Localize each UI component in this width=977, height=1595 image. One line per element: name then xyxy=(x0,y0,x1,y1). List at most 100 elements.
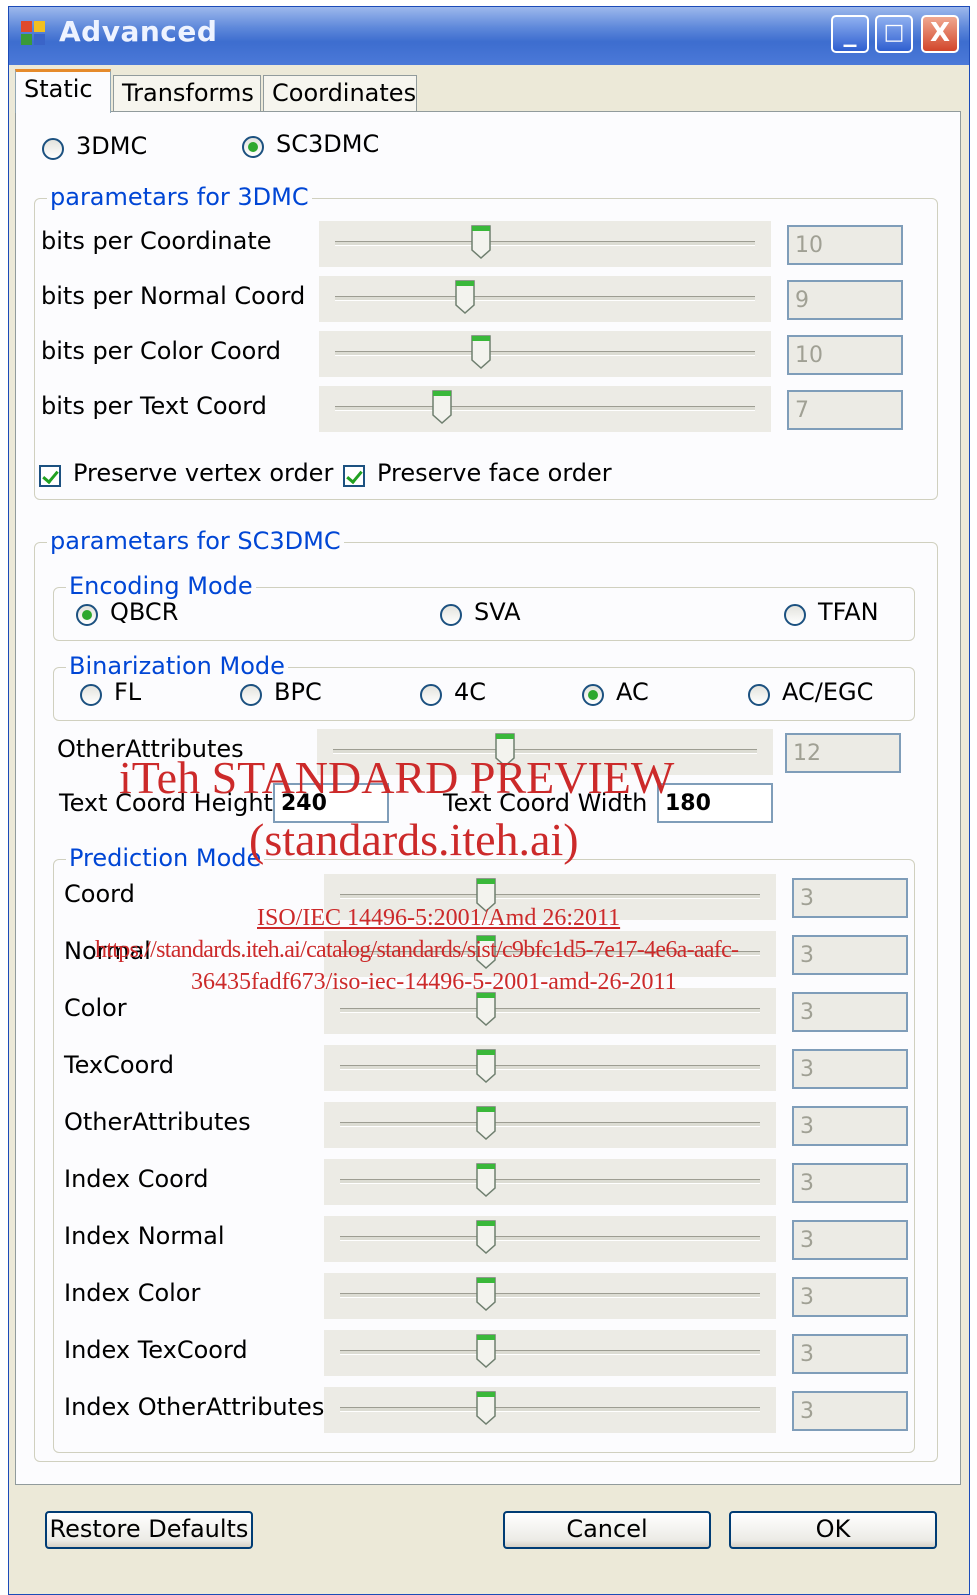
slider-thumb[interactable] xyxy=(475,1162,497,1198)
slider-row-value: 3 xyxy=(792,878,908,918)
other-attributes-value: 12 xyxy=(785,733,901,773)
slider-row-label: Index Color xyxy=(64,1279,201,1307)
binarization-mode-title: Binarization Mode xyxy=(66,652,288,680)
slider-row-track[interactable] xyxy=(319,331,771,377)
slider-thumb[interactable] xyxy=(470,224,492,260)
slider-row-label: Color xyxy=(64,994,127,1022)
slider-row-value: 3 xyxy=(792,992,908,1032)
preserve-vertex-label: Preserve vertex order xyxy=(73,459,334,487)
radio-tfan-label: TFAN xyxy=(818,598,879,626)
radio-ac-egc[interactable] xyxy=(748,684,770,706)
tab-coordinates[interactable]: Coordinates xyxy=(263,75,417,111)
slider-row-value: 3 xyxy=(792,1163,908,1203)
encoding-mode-title: Encoding Mode xyxy=(66,572,256,600)
slider-row-label: bits per Text Coord xyxy=(41,392,267,420)
radio-sc3dmc-label: SC3DMC xyxy=(276,130,380,158)
radio-fl-label: FL xyxy=(114,678,142,706)
slider-thumb[interactable] xyxy=(475,1105,497,1141)
maximize-button[interactable]: □ xyxy=(875,15,913,53)
slider-thumb[interactable] xyxy=(475,1276,497,1312)
watermark-line1: iTeh STANDARD PREVIEW xyxy=(119,752,675,803)
slider-row-value: 3 xyxy=(792,1391,908,1431)
group-3dmc: parametars for 3DMC bits per Coordinate 1… xyxy=(34,183,938,500)
radio-ac[interactable] xyxy=(582,684,604,706)
window-title: Advanced xyxy=(59,15,218,48)
slider-thumb[interactable] xyxy=(475,1333,497,1369)
slider-row-label: bits per Coordinate xyxy=(41,227,272,255)
preserve-face-checkbox[interactable] xyxy=(343,465,365,487)
slider-row-track[interactable] xyxy=(324,1273,776,1319)
radio-sva-label: SVA xyxy=(474,598,521,626)
slider-row-value: 10 xyxy=(787,335,903,375)
slider-row-label: bits per Normal Coord xyxy=(41,282,306,310)
prediction-mode-title: Prediction Mode xyxy=(66,844,265,872)
title-bar[interactable]: Advanced _ □ X xyxy=(9,7,969,65)
radio-ac-egc-label: AC/EGC xyxy=(782,678,874,706)
slider-thumb[interactable] xyxy=(454,279,476,315)
radio-bpc-label: BPC xyxy=(274,678,322,706)
radio-qbcr[interactable] xyxy=(76,604,98,626)
watermark-line2: (standards.iteh.ai) xyxy=(249,814,579,865)
binarization-mode-group: Binarization Mode FL BPC 4C AC AC/EGC xyxy=(53,652,915,721)
radio-fl[interactable] xyxy=(80,684,102,706)
slider-row-label: Index Coord xyxy=(64,1165,209,1193)
preserve-face-label: Preserve face order xyxy=(377,459,612,487)
slider-thumb[interactable] xyxy=(475,1219,497,1255)
watermark-line4[interactable]: https://standards.iteh.ai/catalog/standa… xyxy=(95,937,739,964)
slider-row-track[interactable] xyxy=(324,1216,776,1262)
slider-row-label: Index TexCoord xyxy=(64,1336,248,1364)
slider-row-track[interactable] xyxy=(324,1330,776,1376)
slider-row-track[interactable] xyxy=(324,1159,776,1205)
slider-row-value: 3 xyxy=(792,935,908,975)
slider-row-track[interactable] xyxy=(324,1102,776,1148)
watermark-line3[interactable]: ISO/IEC 14496-5:2001/Amd 26:2011 xyxy=(257,905,620,932)
text-coord-width-input[interactable]: 180 xyxy=(657,783,773,823)
slider-row-value: 9 xyxy=(787,280,903,320)
slider-row-label: Coord xyxy=(64,880,135,908)
group-sc3dmc: parametars for SC3DMC Encoding Mode QBCR… xyxy=(34,527,938,1462)
advanced-window: Advanced _ □ X Static Transforms Coordin… xyxy=(8,6,970,1595)
slider-row-label: Index Normal xyxy=(64,1222,225,1250)
slider-row-value: 10 xyxy=(787,225,903,265)
ok-button[interactable]: OK xyxy=(729,1511,937,1549)
radio-tfan[interactable] xyxy=(784,604,806,626)
close-button[interactable]: X xyxy=(921,15,959,53)
slider-row-track[interactable] xyxy=(324,1045,776,1091)
preserve-vertex-checkbox[interactable] xyxy=(39,465,61,487)
group-sc3dmc-title: parametars for SC3DMC xyxy=(47,527,344,555)
group-3dmc-title: parametars for 3DMC xyxy=(47,183,312,211)
slider-thumb[interactable] xyxy=(470,334,492,370)
slider-row-value: 3 xyxy=(792,1106,908,1146)
slider-row-track[interactable] xyxy=(319,221,771,267)
slider-row-label: bits per Color Coord xyxy=(41,337,282,365)
slider-row-track[interactable] xyxy=(319,386,771,432)
radio-bpc[interactable] xyxy=(240,684,262,706)
slider-row-track[interactable] xyxy=(324,1387,776,1433)
cancel-button[interactable]: Cancel xyxy=(503,1511,711,1549)
slider-row-value: 3 xyxy=(792,1049,908,1089)
slider-row-label: Index OtherAttributes xyxy=(64,1393,325,1421)
slider-row-value: 7 xyxy=(787,390,903,430)
slider-row-value: 3 xyxy=(792,1220,908,1260)
slider-thumb[interactable] xyxy=(431,389,453,425)
tab-static[interactable]: Static xyxy=(15,69,111,113)
radio-qbcr-label: QBCR xyxy=(110,598,179,626)
restore-defaults-button[interactable]: Restore Defaults xyxy=(45,1511,253,1549)
slider-row-value: 3 xyxy=(792,1277,908,1317)
watermark-line5[interactable]: 36435fadf673/iso-iec-14496-5-2001-amd-26… xyxy=(191,969,677,996)
tab-transforms[interactable]: Transforms xyxy=(113,75,261,111)
radio-4c[interactable] xyxy=(420,684,442,706)
minimize-button[interactable]: _ xyxy=(831,15,869,53)
slider-thumb[interactable] xyxy=(475,991,497,1027)
slider-thumb[interactable] xyxy=(475,1390,497,1426)
radio-3dmc[interactable] xyxy=(42,138,64,160)
app-icon xyxy=(21,21,47,47)
radio-sva[interactable] xyxy=(440,604,462,626)
radio-ac-label: AC xyxy=(616,678,649,706)
radio-sc3dmc[interactable] xyxy=(242,136,264,158)
slider-row-track[interactable] xyxy=(319,276,771,322)
encoding-mode-group: Encoding Mode QBCR SVA TFAN xyxy=(53,572,915,641)
slider-row-label: TexCoord xyxy=(64,1051,174,1079)
slider-row-label: OtherAttributes xyxy=(64,1108,251,1136)
slider-thumb[interactable] xyxy=(475,1048,497,1084)
